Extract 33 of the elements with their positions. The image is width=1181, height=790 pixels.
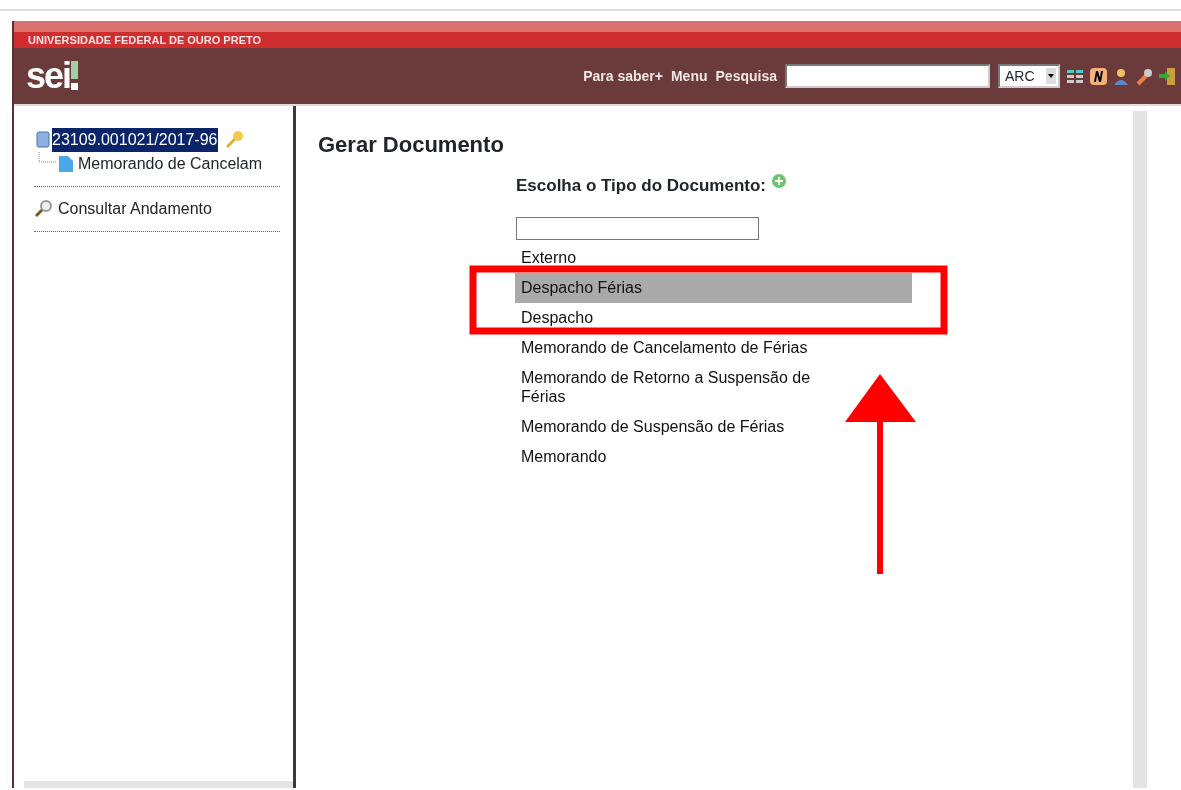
scrollbar[interactable] [1133,111,1147,788]
document-type-option[interactable]: Despacho [515,303,855,333]
search-field[interactable] [785,64,990,88]
document-type-option[interactable]: Memorando de Suspensão de Férias [515,412,855,442]
nav-link[interactable]: Para saber+ [583,65,663,87]
document-type-option[interactable]: Despacho Férias [515,273,912,303]
unit-select[interactable]: ARC [998,64,1060,88]
wrench-icon[interactable] [1135,66,1154,86]
caret-icon [1046,68,1056,84]
document-link[interactable]: Memorando de Cancelam [78,152,263,176]
document-icon [58,155,74,173]
scroll-icon [34,131,52,149]
scrollbar[interactable] [24,781,293,788]
document-type-option[interactable]: Memorando de Cancelamento de Férias [515,333,855,363]
page-title: Gerar Documento [318,131,505,159]
document-type-option[interactable]: Memorando de Retorno a Suspensão de Férias [515,363,855,412]
key-icon [223,130,244,150]
exclamation-icon [70,61,81,91]
exit-icon[interactable] [1158,66,1177,86]
notes-icon[interactable] [1089,66,1108,86]
nav-link[interactable]: Menu [670,65,708,87]
document-type-option[interactable]: Memorando [515,442,855,472]
action-link[interactable]: Consultar Andamento [58,197,212,221]
process-number[interactable]: 23109.001021/2017-96 [52,128,218,152]
user-icon[interactable] [1112,66,1131,86]
tree-connector [38,152,57,163]
logo: sei [26,58,71,94]
document-type-option[interactable]: Externo [515,243,855,273]
nav-link[interactable]: Pesquisa [715,65,777,87]
filter-field[interactable] [516,216,759,240]
search-icon [34,199,54,219]
section-heading: Escolha o Tipo do Documento: [516,175,766,197]
organization-name: UNIVERSIDADE FEDERAL DE OURO PRETO [28,32,262,48]
